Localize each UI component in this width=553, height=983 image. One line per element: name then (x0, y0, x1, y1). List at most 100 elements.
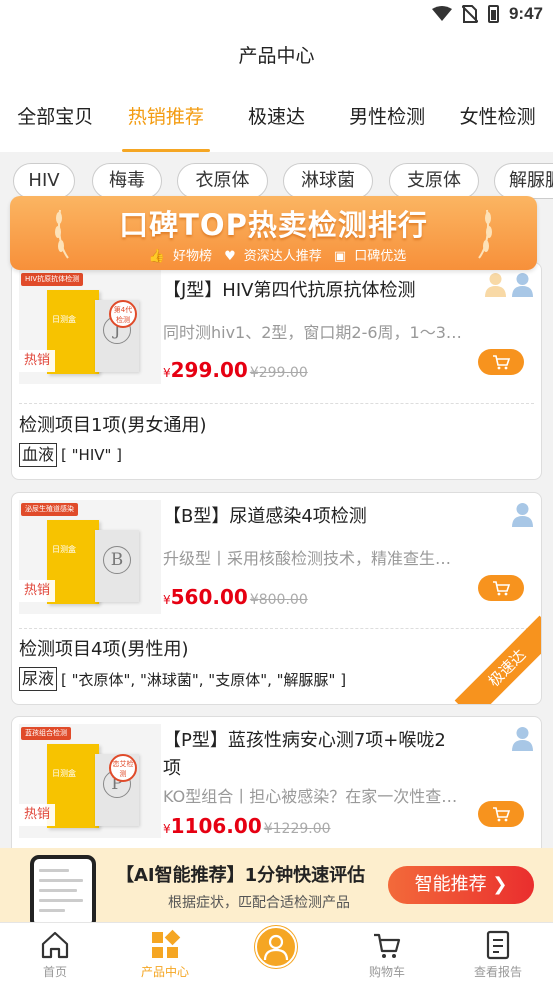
product-title[interactable]: 【J型】HIV第四代抗原抗体检测 (163, 277, 463, 305)
tab-product-center[interactable]: 产品中心 (110, 923, 220, 983)
phone-line (39, 879, 83, 882)
chip-chlamydia[interactable]: 衣原体 (177, 163, 268, 199)
product-title[interactable]: 【B型】尿道感染4项检测 (163, 503, 463, 531)
product-image[interactable]: HIV抗原抗体检测 日测盒 J 第4代检测 热销 (19, 270, 161, 384)
tab-product-center-label: 产品中心 (140, 965, 189, 979)
chip-syphilis[interactable]: 梅毒 (92, 163, 162, 199)
test-items-row: 尿液 [ "衣原体", "淋球菌", "支原体", "解脲脲" ] (19, 667, 346, 691)
original-price: ¥800.00 (249, 592, 308, 608)
price-row: ¥299.00 ¥299.00 (163, 358, 308, 382)
care-stamp: 恋艾检测 (109, 754, 137, 782)
banner-sub-good-list: 好物榜 (172, 249, 212, 264)
price-symbol: ¥ (163, 593, 171, 607)
male-expert-icon (512, 273, 533, 297)
product-price: 1106.00 (170, 814, 262, 838)
cart-icon (374, 933, 401, 958)
male-expert-icon (512, 503, 533, 527)
title-bar: 产品中心 (0, 30, 553, 82)
test-items-list: [ "衣原体", "淋球菌", "支原体", "解脲脲" ] (61, 670, 347, 689)
tab-home[interactable]: 首页 (0, 923, 110, 983)
express-ribbon: 极速达 (454, 615, 541, 704)
female-expert-icon (485, 273, 506, 297)
tab-reports-label: 查看报告 (473, 965, 522, 979)
add-to-cart-button[interactable] (478, 575, 524, 601)
ai-banner-subtitle: 根据症状，匹配合适检测产品 (168, 895, 350, 911)
product-title[interactable]: 【P型】蓝孩性病安心测7项+喉咙2项 (163, 727, 463, 783)
original-price: ¥299.00 (249, 365, 308, 381)
phone-line (39, 909, 65, 912)
generation-stamp: 第4代检测 (109, 300, 137, 328)
chip-ureaplasma[interactable]: 解脲脲 (494, 163, 553, 199)
product-box-white: B (95, 530, 139, 602)
banner-sub-quality: 口碑优选 (354, 249, 407, 264)
status-time: 9:47 (508, 4, 543, 23)
smart-recommend-label: 智能推荐 (414, 874, 487, 895)
tab-male-test[interactable]: 男性检测 (332, 82, 443, 152)
app-screen: 9:47 产品中心 全部宝贝 热销推荐 极速达 男性检测 女性检测 HIV 梅毒… (0, 0, 553, 983)
chip-gonorrhea[interactable]: 淋球菌 (283, 163, 373, 199)
product-image[interactable]: 泌尿生殖道感染 日测盒 B 热销 (19, 500, 161, 614)
product-image[interactable]: 蓝孩组合检测 日测盒 P 恋艾检测 热销 (19, 724, 161, 838)
banner-sub-expert: 资深达人推荐 (243, 249, 322, 264)
product-card[interactable]: 泌尿生殖道感染 日测盒 B 热销 【B型】尿道感染4项检测 升级型丨采用核酸检测… (11, 492, 542, 705)
smart-recommend-button[interactable]: 智能推荐 ❯ (388, 866, 534, 904)
page-title: 产品中心 (238, 45, 315, 67)
card-divider (19, 403, 534, 404)
product-description: 同时测hiv1、2型，窗口期2-6周，1～3… (163, 323, 462, 342)
card-divider (19, 628, 534, 629)
tab-doctor[interactable] (221, 923, 331, 983)
heart-icon: ♥ (224, 249, 236, 264)
cart-icon (493, 581, 511, 596)
no-sim-icon (461, 5, 478, 23)
expert-avatars (483, 271, 535, 297)
product-description: 升级型丨采用核酸检测技术，精准查生… (163, 549, 452, 568)
tab-cart-label: 购物车 (368, 965, 405, 979)
tab-female-test[interactable]: 女性检测 (442, 82, 553, 152)
chip-hiv[interactable]: HIV (13, 163, 75, 199)
phone-line (39, 869, 69, 872)
add-to-cart-button[interactable] (478, 801, 524, 827)
chip-mycoplasma[interactable]: 支原体 (389, 163, 479, 199)
ai-recommend-banner[interactable]: 【AI智能推荐】1分钟快速评估 根据症状，匹配合适检测产品 智能推荐 ❯ (0, 848, 553, 922)
cart-icon (493, 355, 511, 370)
phone-line (39, 889, 77, 892)
test-items-row: 血液 [ "HIV" ] (19, 443, 122, 467)
hot-badge: 热销 (19, 350, 55, 372)
cart-icon (493, 807, 511, 822)
box-text: 日测盒 (52, 315, 76, 324)
doctor-button (255, 926, 297, 968)
top-ranking-banner[interactable]: 口碑TOP热卖检测排行 👍 好物榜 ♥ 资深达人推荐 ▣ 口碑优选 (10, 196, 537, 270)
phone-illustration (30, 855, 96, 922)
sample-type-tag: 血液 (19, 443, 58, 467)
phone-line (39, 899, 83, 902)
home-icon (41, 931, 69, 959)
image-tag: 蓝孩组合检测 (21, 727, 71, 740)
banner-subtitle: 👍 好物榜 ♥ 资深达人推荐 ▣ 口碑优选 (10, 245, 537, 264)
tab-all-products[interactable]: 全部宝贝 (0, 82, 111, 152)
sample-type-tag: 尿液 (19, 667, 58, 691)
product-description: KO型组合丨担心被感染？在家一次性查… (163, 787, 458, 806)
banner-title: 口碑TOP热卖检测排行 (119, 208, 428, 242)
image-tag: HIV抗原抗体检测 (21, 273, 84, 286)
product-card[interactable]: 蓝孩组合检测 日测盒 P 恋艾检测 热销 【P型】蓝孩性病安心测7项+喉咙2项 … (11, 716, 542, 866)
tab-reports[interactable]: 查看报告 (443, 923, 553, 983)
add-to-cart-button[interactable] (478, 349, 524, 375)
bag-icon: ▣ (333, 249, 347, 264)
grid-icon (152, 929, 181, 958)
expert-avatars (510, 725, 535, 751)
test-items-title: 检测项目1项(男女通用) (19, 415, 207, 436)
tab-express[interactable]: 极速达 (221, 82, 332, 152)
ai-banner-title: 【AI智能推荐】1分钟快速评估 (116, 865, 366, 886)
battery-icon (487, 5, 499, 23)
hot-badge: 热销 (19, 580, 55, 602)
expert-avatars (510, 501, 535, 527)
image-tag: 泌尿生殖道感染 (21, 503, 78, 516)
price-row: ¥1106.00 ¥1229.00 (163, 814, 331, 838)
tab-cart[interactable]: 购物车 (332, 923, 442, 983)
box-text: 日测盒 (52, 545, 76, 554)
category-tabs: 全部宝贝 热销推荐 极速达 男性检测 女性检测 (0, 82, 553, 152)
product-card[interactable]: HIV抗原抗体检测 日测盒 J 第4代检测 热销 【J型】HIV第四代抗原抗体检… (11, 262, 542, 480)
doctor-icon (263, 934, 289, 961)
box-text: 日测盒 (52, 769, 76, 778)
tab-hot-recommend[interactable]: 热销推荐 (111, 82, 222, 152)
